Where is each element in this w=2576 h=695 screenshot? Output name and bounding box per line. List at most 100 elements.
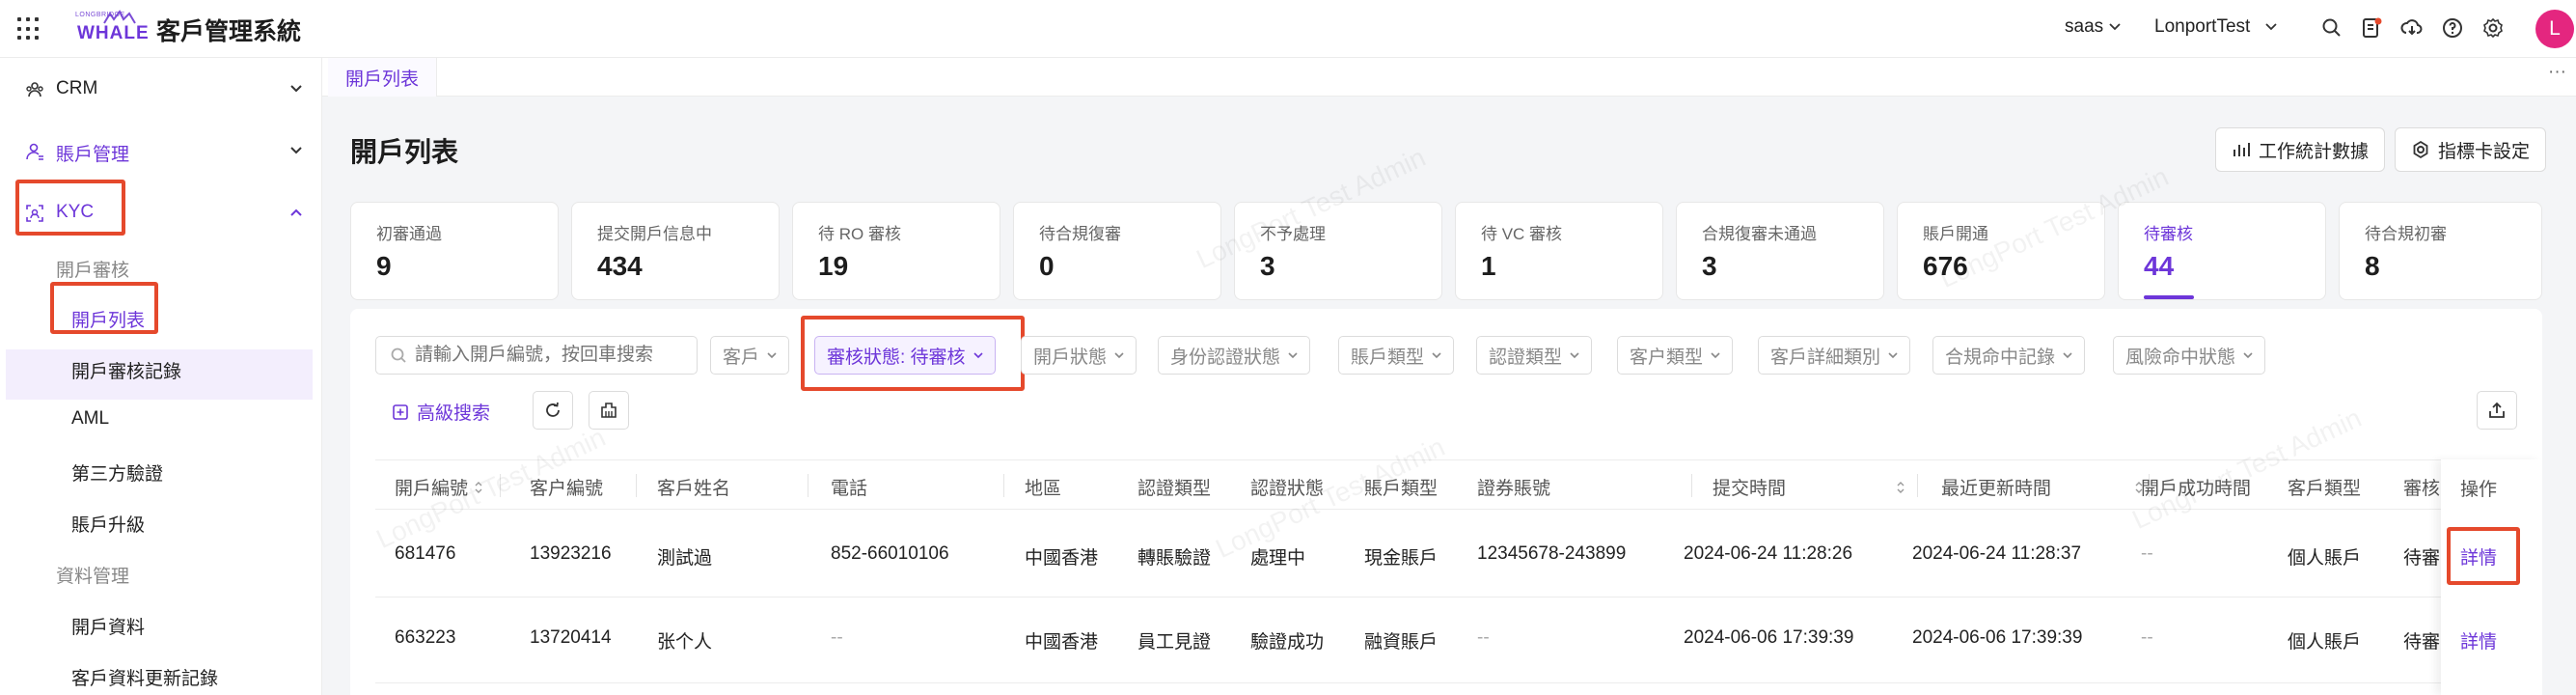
table-row[interactable]: 663223 13720414 张个人 -- 中國香港 員工見證 驗證成功 融資…: [375, 598, 2542, 683]
avatar[interactable]: L: [2535, 10, 2574, 48]
refresh-icon: [546, 402, 560, 417]
sidebar-item-third-party[interactable]: 第三方驗證: [71, 459, 163, 486]
cell-customer-no: 13923216: [530, 543, 612, 564]
stat-card-active[interactable]: 待審核 44: [2118, 202, 2326, 300]
chevron-down-icon: [1888, 352, 1898, 359]
highlight-box-review-status: [801, 316, 1025, 391]
column-header-securities-account: 證券賬號: [1477, 479, 1551, 499]
filter-account-type[interactable]: 賬戶類型: [1338, 336, 1455, 375]
column-header-review: 審核: [2403, 479, 2441, 499]
sort-icon: [1897, 481, 1905, 493]
search-icon[interactable]: [2320, 16, 2343, 40]
search-field[interactable]: [375, 336, 698, 375]
filter-customer[interactable]: 客戶: [710, 336, 790, 375]
stat-card[interactable]: 合規復審未通過 3: [1676, 202, 1884, 300]
advanced-search-button[interactable]: 高級搜索: [392, 399, 490, 425]
sidebar-menu-account-management[interactable]: 賬戶管理: [0, 125, 322, 176]
chevron-down-icon: [1711, 352, 1720, 359]
search-input[interactable]: [415, 345, 685, 366]
document-icon[interactable]: [2360, 16, 2383, 40]
account-select[interactable]: LonportTest: [2154, 16, 2277, 38]
filter-label: 客戶詳細類別: [1770, 347, 1881, 368]
filter-label: 風險命中狀態: [2125, 347, 2236, 368]
column-label: 最近更新時間: [1941, 479, 2052, 499]
filter-account-status[interactable]: 開戶狀態: [1021, 336, 1137, 375]
filter-label: 客戶: [723, 347, 760, 368]
cell-account-no: 663223: [395, 627, 456, 648]
column-header-account-type: 賬戶類型: [1364, 479, 1439, 499]
column-header-region: 地區: [1025, 479, 1062, 499]
sidebar-item-customer-data-updates[interactable]: 客戶資料更新記錄: [71, 664, 218, 690]
cell-securities-account: 12345678-243899: [1477, 543, 1627, 564]
cell-open-success-time: --: [2141, 543, 2153, 564]
sidebar-item-account-upgrade[interactable]: 賬戶升級: [71, 511, 145, 537]
details-link[interactable]: 詳情: [2460, 627, 2497, 653]
sidebar-item-review-records[interactable]: 開戶審核記錄: [71, 357, 181, 383]
filter-label: 認證類型: [1489, 347, 1563, 368]
stat-card[interactable]: 不予處理 3: [1234, 202, 1442, 300]
filter-risk-status[interactable]: 風險命中狀態: [2113, 336, 2266, 375]
download-icon[interactable]: [2400, 16, 2424, 40]
stat-value: 19: [818, 251, 849, 281]
stat-card[interactable]: 初審通過 9: [350, 202, 559, 300]
sidebar-menu-crm[interactable]: CRM: [0, 64, 322, 114]
work-stats-button[interactable]: 工作統計數據: [2215, 127, 2386, 172]
top-bar: LONGBRIDGE WHALE 客戶管理系統 saas LonportTest…: [0, 0, 2576, 58]
column-label: 提交時間: [1713, 479, 1787, 499]
column-header-last-updated[interactable]: 最近更新時間: [1912, 474, 2144, 500]
sidebar-menu-label: 賬戶管理: [56, 145, 130, 165]
stat-label: 待審核: [2144, 225, 2193, 243]
stat-value: 9: [376, 251, 392, 281]
filter-label: 開戶狀態: [1033, 347, 1108, 368]
stat-value: 8: [2365, 251, 2380, 281]
tabs-more-button[interactable]: ···: [2548, 62, 2566, 83]
account-label: LonportTest: [2154, 16, 2251, 37]
card-settings-button[interactable]: 指標卡設定: [2395, 127, 2547, 172]
help-icon[interactable]: [2441, 16, 2464, 40]
tenant-select[interactable]: saas: [2065, 16, 2121, 38]
column-header-open-success-time: 開戶成功時間: [2141, 479, 2252, 499]
column-header-phone: 電話: [831, 479, 868, 499]
cell-region: 中國香港: [1025, 632, 1099, 653]
stat-card[interactable]: 賬戶開通 676: [1897, 202, 2105, 300]
card-settings-label: 指標卡設定: [2438, 141, 2531, 162]
filter-customer-type[interactable]: 客户類型: [1617, 336, 1734, 375]
sort-icon: [475, 481, 482, 493]
chevron-down-icon: [2265, 23, 2277, 31]
stat-label: 待 VC 審核: [1481, 225, 1563, 243]
stat-card[interactable]: 待 VC 審核 1: [1455, 202, 1663, 300]
stat-card[interactable]: 待合規初審 8: [2339, 202, 2542, 300]
cell-submit-time: 2024-06-06 17:39:39: [1684, 627, 1854, 648]
table-row[interactable]: 681476 13923216 測試過 852-66010106 中國香港 轉賬…: [375, 513, 2542, 598]
column-header-submit-time[interactable]: 提交時間: [1684, 474, 1905, 500]
stat-card[interactable]: 提交開戶信息中 434: [571, 202, 780, 300]
filter-customer-category[interactable]: 客戶詳細類別: [1758, 336, 1911, 375]
app-grid-icon[interactable]: [17, 17, 41, 41]
cell-auth-type: 轉賬驗證: [1137, 548, 1212, 569]
filter-identity-status[interactable]: 身份認證狀態: [1158, 336, 1311, 375]
filter-auth-type[interactable]: 認證類型: [1476, 336, 1593, 375]
sidebar-item-aml[interactable]: AML: [71, 408, 109, 430]
cell-securities-account: --: [1477, 627, 1490, 648]
settings-icon: [2413, 140, 2428, 159]
stat-value: 0: [1039, 251, 1055, 281]
sidebar-menu-label: CRM: [56, 78, 98, 98]
settings-icon[interactable]: [2481, 16, 2505, 40]
chevron-down-icon: [767, 352, 777, 359]
column-divider: [636, 474, 637, 497]
stat-card[interactable]: 待合規復審 0: [1013, 202, 1221, 300]
clear-filters-button[interactable]: [589, 391, 629, 430]
sidebar-item-account-data[interactable]: 開戶資料: [71, 613, 145, 639]
tab-account-list[interactable]: 開戶列表: [328, 58, 438, 97]
export-button[interactable]: [2477, 391, 2517, 430]
column-header-auth-type: 認證類型: [1137, 479, 1212, 499]
filter-compliance-hits[interactable]: 合規命中記錄: [1932, 336, 2086, 375]
refresh-button[interactable]: [533, 391, 573, 430]
stat-value: 3: [1702, 251, 1717, 281]
column-divider: [1003, 474, 1004, 497]
sidebar: CRM 賬戶管理 KYC 開戶審核 開戶列表 開戶審核記錄 AML 第三方驗證 …: [0, 58, 322, 695]
stat-label: 初審通過: [376, 225, 442, 243]
column-header-auth-status: 認證狀態: [1250, 479, 1325, 499]
stat-card[interactable]: 待 RO 審核 19: [792, 202, 1000, 300]
column-header-account-no[interactable]: 開戶編號: [395, 474, 483, 500]
